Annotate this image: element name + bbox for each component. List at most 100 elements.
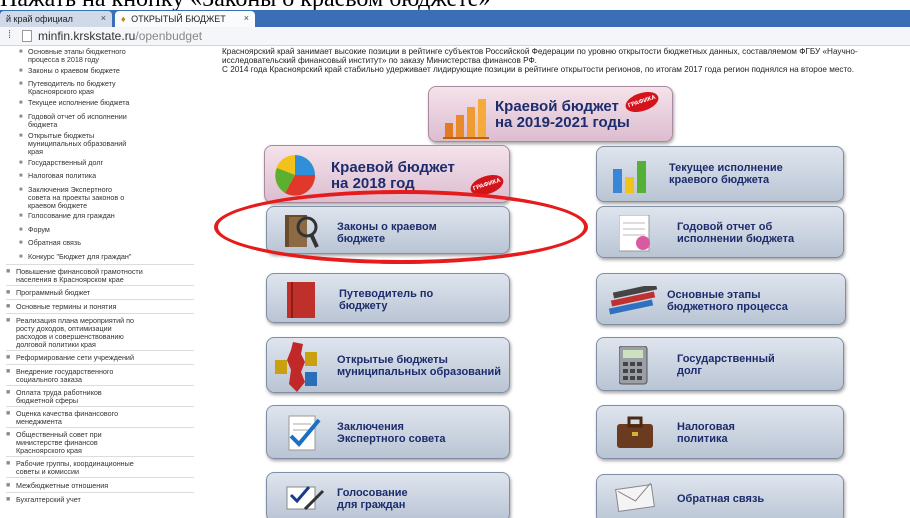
bar-chart-icon: [613, 161, 646, 193]
sidebar-item-label: Голосование для граждан: [28, 211, 115, 220]
tax-policy-button[interactable]: Налоговая политика: [596, 405, 844, 459]
divider: [6, 350, 194, 351]
sidebar-item-label: Оплата труда работников бюджетной сферы: [16, 388, 102, 405]
divider: [6, 285, 194, 286]
sidebar-item[interactable]: Обратная связь: [19, 238, 81, 248]
sidebar-item[interactable]: Повышение финансовой грамотности населен…: [6, 267, 196, 284]
sidebar-item[interactable]: Бухгалтерский учет: [6, 495, 196, 505]
state-debt-button[interactable]: Государственный долг: [596, 337, 844, 391]
budget-2019-2021-button[interactable]: Краевой бюджет на 2019-2021 годы ГРАФИКА: [428, 86, 673, 142]
button-label: Налоговая политика: [677, 421, 735, 445]
pie-chart-icon: [275, 155, 316, 196]
sidebar-item[interactable]: Основные этапы бюджетного процесса в 201…: [19, 47, 126, 64]
sidebar-item-label: Внедрение государственного социального з…: [16, 367, 114, 384]
divider: [6, 456, 194, 457]
browser-tab-bar: й край официал × ♦ ОТКРЫТЫЙ БЮДЖЕТ ×: [0, 10, 910, 27]
sidebar-item[interactable]: Голосование для граждан: [19, 211, 115, 221]
tab-label: ОТКРЫТЫЙ БЮДЖЕТ: [131, 14, 226, 24]
sidebar-item-label: Реформирование сети учреждений: [16, 353, 134, 362]
envelope-icon: [615, 483, 655, 512]
expert-council-button[interactable]: Заключения Экспертного совета: [266, 405, 510, 459]
sidebar-item-label: Оценка качества финансового менеджмента: [16, 409, 119, 426]
sidebar-item[interactable]: Государственный долг: [19, 159, 103, 168]
divider: [6, 477, 194, 478]
button-label: Краевой бюджет на 2018 год: [331, 159, 455, 192]
open-budgets-button[interactable]: Открытые бюджеты муниципальных образован…: [266, 337, 510, 393]
spreadsheet-icon: [619, 215, 650, 252]
favicon-icon: ♦: [121, 14, 126, 24]
annual-report-button[interactable]: Годовой отчет об исполнении бюджета: [596, 206, 844, 258]
document-check-icon: [288, 415, 321, 451]
divider: [6, 313, 194, 314]
address-bar[interactable]: ⁞ minfin.krskstate.ru/openbudget: [0, 27, 910, 46]
grafika-badge: ГРАФИКА: [468, 171, 506, 199]
sidebar-item[interactable]: Конкурс "Бюджет для граждан": [19, 253, 131, 262]
feedback-button[interactable]: Обратная связь: [596, 474, 844, 518]
button-label: Голосование для граждан: [337, 487, 408, 511]
button-label: Заключения Экспертного совета: [337, 421, 446, 445]
sidebar-menu: Основные этапы бюджетного процесса в 201…: [0, 46, 200, 518]
button-label: Годовой отчет об исполнении бюджета: [677, 221, 795, 245]
sidebar-item-label: Текущее исполнение бюджета: [28, 98, 130, 107]
sidebar-item[interactable]: Законы о краевом бюджете: [19, 66, 120, 76]
budget-guide-button[interactable]: Путеводитель по бюджету: [266, 273, 510, 323]
divider: [6, 264, 194, 265]
divider: [6, 427, 194, 428]
sidebar-item[interactable]: Программный бюджет: [6, 288, 196, 298]
sidebar-item[interactable]: Основные термины и понятия: [6, 303, 196, 312]
calculator-icon: [619, 346, 648, 385]
button-label: Законы о краевом бюджете: [337, 221, 437, 245]
button-label: Основные этапы бюджетного процесса: [667, 289, 788, 313]
sidebar-item[interactable]: Годовой отчет об исполнении бюджета: [19, 113, 127, 129]
tab-official-site[interactable]: й край официал ×: [0, 11, 112, 27]
sidebar-item-label: Рабочие группы, координационные советы и…: [16, 459, 134, 476]
book-icon: [287, 282, 315, 318]
button-label: Текущее исполнение краевого бюджета: [669, 162, 783, 186]
sidebar-item[interactable]: Реализация плана мероприятий по росту до…: [6, 316, 196, 349]
magnifier-book-icon: [285, 215, 319, 248]
books-icon: [608, 286, 658, 315]
url-text[interactable]: minfin.krskstate.ru/openbudget: [38, 29, 202, 43]
divider: [6, 492, 194, 493]
sidebar-item-label: Законы о краевом бюджете: [28, 66, 120, 75]
sidebar-item[interactable]: Путеводитель по бюджету Красноярского кр…: [19, 80, 116, 96]
budget-stages-button[interactable]: Основные этапы бюджетного процесса: [596, 273, 846, 325]
voting-button[interactable]: Голосование для граждан: [266, 472, 510, 518]
sidebar-item-label: Реализация плана мероприятий по росту до…: [16, 316, 134, 349]
close-icon[interactable]: ×: [101, 13, 106, 23]
sidebar-item[interactable]: Заключения Экспертного совета на проекты…: [19, 186, 124, 210]
bar-chart-icon: [443, 99, 489, 139]
close-icon[interactable]: ×: [244, 13, 249, 23]
sidebar-item[interactable]: Текущее исполнение бюджета: [19, 98, 130, 108]
sidebar-item[interactable]: Общественный совет при министерстве фина…: [6, 431, 196, 455]
divider: [6, 406, 194, 407]
sidebar-item[interactable]: Реформирование сети учреждений: [6, 353, 196, 363]
budget-2018-button[interactable]: Краевой бюджет на 2018 год ГРАФИКА: [264, 145, 510, 203]
sidebar-item-label: Основные этапы бюджетного процесса в 201…: [28, 47, 126, 64]
intro-text: Красноярский край занимает высокие позиц…: [222, 47, 858, 74]
sidebar-item-label: Бухгалтерский учет: [16, 495, 81, 504]
button-label: Государственный долг: [677, 353, 775, 377]
sidebar-item-label: Повышение финансовой грамотности населен…: [16, 267, 143, 284]
sidebar-item-label: Обратная связь: [28, 238, 81, 247]
sidebar-item[interactable]: Форум: [19, 225, 50, 235]
sidebar-item[interactable]: Налоговая политика: [19, 171, 97, 181]
button-label: Путеводитель по бюджету: [339, 288, 434, 312]
current-execution-button[interactable]: Текущее исполнение краевого бюджета: [596, 146, 844, 202]
briefcase-icon: [617, 416, 653, 448]
tab-open-budget[interactable]: ♦ ОТКРЫТЫЙ БЮДЖЕТ ×: [115, 11, 255, 27]
sidebar-item[interactable]: Внедрение государственного социального з…: [6, 367, 196, 384]
ballot-icon: [286, 486, 325, 511]
sidebar-item-label: Форум: [28, 225, 50, 234]
url-path: /openbudget: [135, 29, 203, 43]
sidebar-item[interactable]: Рабочие группы, координационные советы и…: [6, 459, 196, 476]
sidebar-item[interactable]: Оценка качества финансового менеджмента: [6, 409, 196, 426]
divider: [6, 364, 194, 365]
sidebar-item[interactable]: Оплата труда работников бюджетной сферы: [6, 388, 196, 405]
sidebar-item-label: Налоговая политика: [28, 171, 97, 180]
sidebar-item[interactable]: Межбюджетные отношения: [6, 482, 196, 491]
sidebar-item[interactable]: Открытые бюджеты муниципальных образован…: [19, 132, 126, 156]
sidebar-item-label: Программный бюджет: [16, 288, 91, 297]
laws-on-budget-button[interactable]: Законы о краевом бюджете: [266, 206, 510, 254]
page-icon: [22, 30, 32, 42]
